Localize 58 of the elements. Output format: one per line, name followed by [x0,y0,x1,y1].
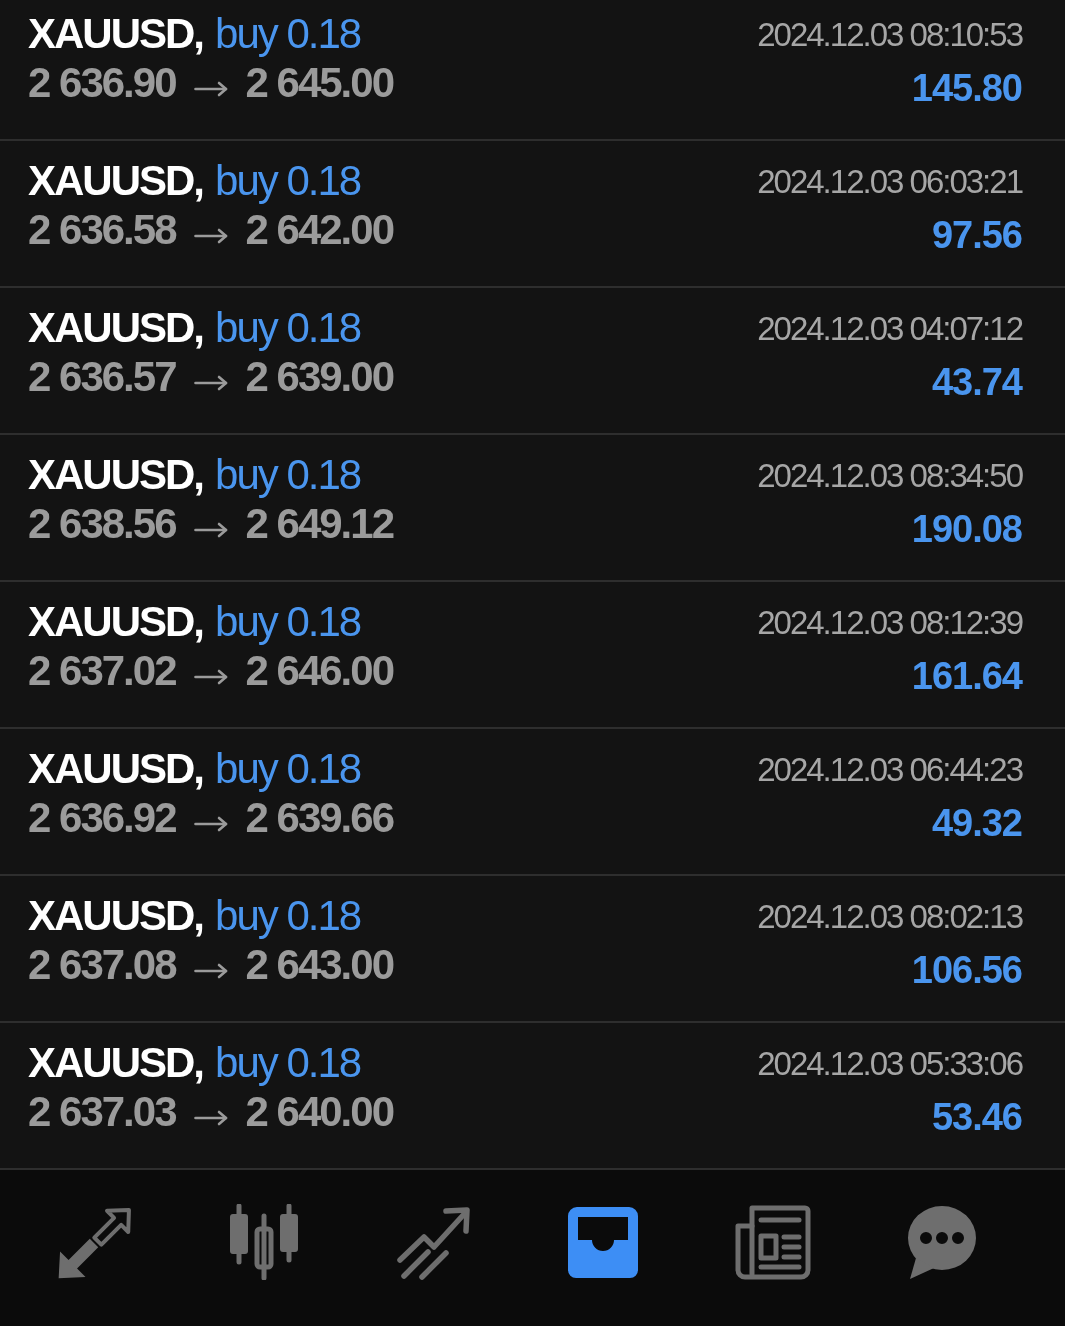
order-label: buy 0.18 [215,156,361,205]
trend-arrow-icon[interactable] [395,1204,472,1280]
arrow-icon [193,227,228,244]
deal-time: 2024.12.03 05:33:06 [757,1044,1022,1084]
profit-value: 145.80 [911,66,1022,111]
close-price: 2 643.00 [245,940,393,989]
close-price: 2 639.00 [245,352,393,401]
open-price: 2 637.08 [28,940,176,989]
order-label: buy 0.18 [215,1038,361,1087]
profit-value: 161.64 [911,654,1022,699]
arrow-icon [193,962,228,979]
arrow-icon [193,80,228,97]
open-price: 2 638.56 [28,499,176,548]
arrow-icon [193,668,228,685]
open-price: 2 637.03 [28,1087,176,1136]
order-label: buy 0.18 [215,9,361,58]
symbol-label: XAUUSD, [28,891,204,940]
arrow-icon [193,521,228,538]
symbol-label: XAUUSD, [28,156,204,205]
symbol-label: XAUUSD, [28,9,204,58]
close-price: 2 642.00 [245,205,393,254]
order-label: buy 0.18 [215,597,361,646]
arrow-icon [193,1109,228,1126]
deal-time: 2024.12.03 08:12:39 [757,603,1022,643]
order-label: buy 0.18 [215,744,361,793]
profit-value: 106.56 [911,948,1022,993]
symbol-label: XAUUSD, [28,597,204,646]
close-price: 2 649.12 [245,499,393,548]
open-price: 2 636.90 [28,58,176,107]
profit-value: 49.32 [931,801,1022,846]
close-price: 2 639.66 [245,793,393,842]
order-label: buy 0.18 [215,303,361,352]
close-price: 2 646.00 [245,646,393,695]
close-price: 2 645.00 [245,58,393,107]
deal-time: 2024.12.03 08:10:53 [757,15,1022,55]
open-price: 2 636.92 [28,793,176,842]
arrow-icon [193,815,228,832]
deal-time: 2024.12.03 08:02:13 [757,897,1022,937]
newspaper-icon[interactable] [734,1204,811,1280]
open-price: 2 636.57 [28,352,176,401]
symbol-label: XAUUSD, [28,744,204,793]
deal-time: 2024.12.03 06:03:21 [757,162,1022,202]
deal-time: 2024.12.03 08:34:50 [757,456,1022,496]
open-price: 2 637.02 [28,646,176,695]
open-price: 2 636.58 [28,205,176,254]
deal-time: 2024.12.03 06:44:23 [757,750,1022,790]
profit-value: 97.56 [931,213,1022,258]
symbol-label: XAUUSD, [28,450,204,499]
symbol-label: XAUUSD, [28,1038,204,1087]
profit-value: 53.46 [931,1095,1022,1140]
symbol-label: XAUUSD, [28,303,204,352]
deal-time: 2024.12.03 04:07:12 [757,309,1022,349]
order-label: buy 0.18 [215,891,361,940]
profit-value: 190.08 [911,507,1022,552]
profit-value: 43.74 [931,360,1022,405]
order-label: buy 0.18 [215,450,361,499]
arrow-icon [193,374,228,391]
close-price: 2 640.00 [245,1087,393,1136]
